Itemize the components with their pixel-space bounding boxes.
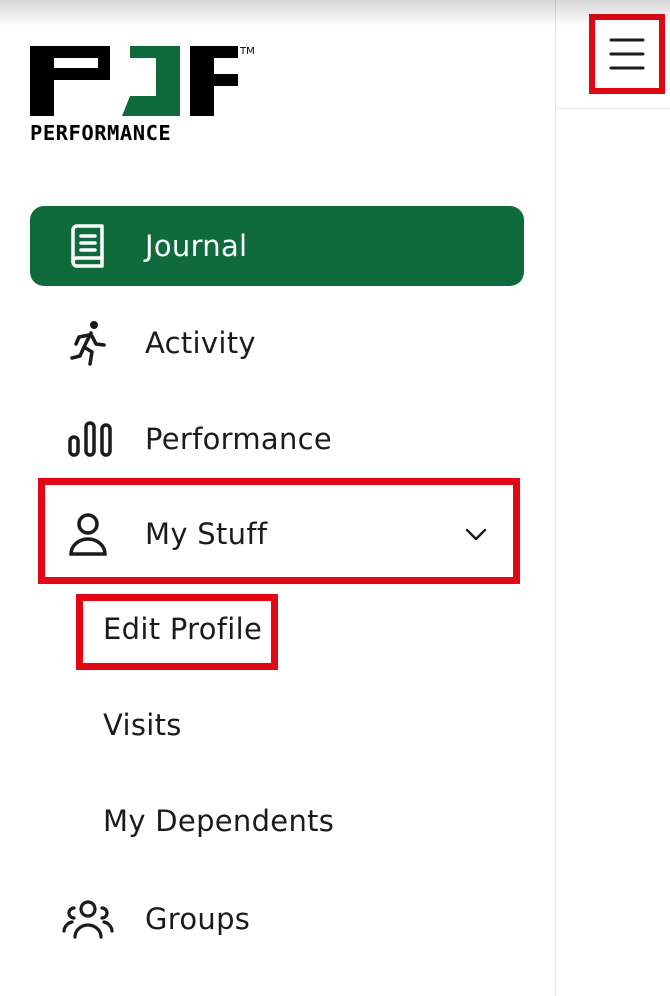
sidebar-item-journal[interactable]: Journal [30,206,524,286]
sidebar-item-my-stuff[interactable]: My Stuff [30,494,524,574]
hamburger-menu-icon [609,38,645,70]
user-icon [64,510,112,558]
sidebar-item-label: My Stuff [145,517,268,551]
hamburger-menu-button[interactable] [589,14,665,94]
bar-chart-icon [66,415,114,463]
sidebar-item-label: Activity [145,326,256,360]
journal-book-icon [64,222,112,270]
running-person-icon [64,319,112,367]
group-icon [60,895,116,943]
trademark-text: TM [239,46,255,57]
sidebar-item-label: Groups [145,902,251,936]
sidebar-subitem-my-dependents[interactable]: My Dependents [103,804,334,838]
sidebar-item-label: Performance [145,422,333,456]
sidebar: TM PERFORMANCE Journal Activity Performa… [0,0,556,996]
sidebar-item-label: Journal [145,229,248,263]
main-content [557,0,670,996]
sidebar-item-activity[interactable]: Activity [30,303,524,383]
chevron-down-icon [465,528,487,541]
top-bar [557,0,670,109]
sidebar-item-groups[interactable]: Groups [30,879,524,959]
logo-subtitle: PERFORMANCE [30,121,171,144]
sidebar-subitem-visits[interactable]: Visits [103,708,182,742]
sidebar-item-performance[interactable]: Performance [30,399,524,479]
pjf-performance-logo[interactable]: TM PERFORMANCE [30,44,258,145]
sidebar-subitem-edit-profile[interactable]: Edit Profile [103,612,262,646]
